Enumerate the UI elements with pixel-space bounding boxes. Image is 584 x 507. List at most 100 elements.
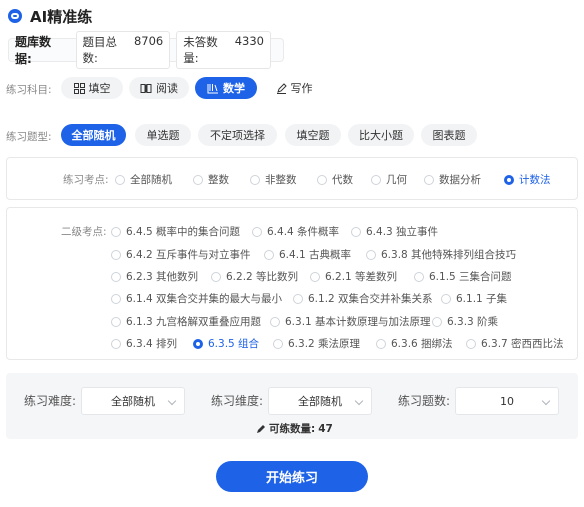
radio-icon [193,174,203,185]
count-label: 练习题数: [398,394,451,408]
subtopic-radio-label: 6.1.1 子集 [456,293,508,305]
radio-icon [273,338,283,349]
subject-tab-math[interactable]: 数学 [195,77,257,99]
total-questions-badge: 题目总数: 8706 [75,31,171,69]
subtopic-radio[interactable]: 6.1.3 九宫格解双重叠应用题 [111,314,261,329]
book-icon [140,83,152,93]
subtopic-radio[interactable]: 6.4.2 互斥事件与对立事件 [111,247,251,262]
radio-icon [270,316,280,327]
subtopic-radio-label: 6.3.1 基本计数原理与加法原理 [285,316,431,328]
count-value: 10 [500,394,514,408]
start-practice-button[interactable]: 开始练习 [216,461,368,492]
radio-icon [264,249,274,260]
subtopic-radio-label: 6.3.6 捆绑法 [391,338,453,350]
topic-radio-non-integer[interactable]: 非整数 [250,172,297,187]
count-select[interactable]: 10 [455,387,559,415]
dimension-value: 全部随机 [298,395,342,408]
topic-radio-label: 非整数 [265,174,297,186]
radio-icon [310,271,320,282]
qtype-tab-all-random[interactable]: 全部随机 [61,124,126,146]
radio-icon [111,226,121,237]
subtopic-radio[interactable]: 6.2.2 等比数列 [211,269,298,284]
subtopic-radio[interactable]: 6.4.3 独立事件 [351,224,438,239]
topic-radio-geometry[interactable]: 几何 [371,172,407,187]
subtopic-radio-label: 6.2.1 等差数列 [325,271,398,283]
unanswered-label: 未答数量: [183,35,218,65]
subtopic-radio-label: 6.3.3 阶乘 [447,316,499,328]
math-book-icon [207,83,218,93]
subtopic-radio[interactable]: 6.3.7 密西西比法 [466,336,564,351]
subtopic-radio-label: 6.1.2 双集合交并补集关系 [308,293,433,305]
subtopic-radio-label: 6.1.3 九宫格解双重叠应用题 [126,316,262,328]
topic-radio-integer[interactable]: 整数 [193,172,229,187]
subtopic-radio[interactable]: 6.2.3 其他数列 [111,269,198,284]
total-questions-label: 题目总数: [82,35,118,65]
radio-icon [111,271,121,282]
topic-radio-data-analysis[interactable]: 数据分析 [424,172,481,187]
qtype-tab-single-choice[interactable]: 单选题 [135,124,191,146]
radio-icon [376,338,386,349]
subtopic-radio[interactable]: 6.3.4 排列 [111,336,177,351]
topic-radio-all-random[interactable]: 全部随机 [115,172,172,187]
subtopic-radio-label: 6.3.4 排列 [126,338,178,350]
pencil-icon [257,424,265,433]
subtopic-radio[interactable]: 6.3.3 阶乘 [432,314,498,329]
difficulty-value: 全部随机 [111,395,155,408]
subtopic-radio-label: 6.4.5 概率中的集合问题 [126,226,241,238]
subject-tab-fill[interactable]: 填空 [61,77,123,99]
topic-radio-algebra[interactable]: 代数 [317,172,353,187]
radio-icon [466,338,476,349]
subtopic-radio-label: 6.1.5 三集合问题 [429,271,512,283]
subtopic-radio-label: 6.3.8 其他特殊排列组合技巧 [381,249,517,261]
topic-radio-label: 计数法 [519,174,551,186]
subtopic-radio-selected[interactable]: 6.3.5 组合 [193,336,259,351]
radio-icon [414,271,424,282]
subtopic-radio[interactable]: 6.1.5 三集合问题 [414,269,512,284]
radio-icon [441,293,451,304]
subtopic-radio[interactable]: 6.3.1 基本计数原理与加法原理 [270,314,431,329]
qtype-tab-chart[interactable]: 图表题 [421,124,477,146]
available-count: 可练数量: 47 [256,421,333,436]
qtype-tab-multi-choice[interactable]: 不定项选择 [198,124,277,146]
grid-icon [73,82,85,94]
subtopic-radio[interactable]: 6.3.6 捆绑法 [376,336,453,351]
qtype-tab-compare[interactable]: 比大小题 [348,124,414,146]
subtopic-radio-label: 6.3.2 乘法原理 [288,338,361,350]
topic-panel: 练习考点: 全部随机 整数 非整数 代数 几何 数据分析 计数法 [6,157,578,200]
subtopic-radio[interactable]: 6.4.1 古典概率 [264,247,351,262]
available-label: 可练数量: [269,423,316,435]
difficulty-select[interactable]: 全部随机 [81,387,185,415]
subtopic-radio[interactable]: 6.3.8 其他特殊排列组合技巧 [366,247,516,262]
topic-radio-label: 整数 [208,174,229,186]
subtopic-radio[interactable]: 6.3.2 乘法原理 [273,336,360,351]
subtopic-radio[interactable]: 6.1.1 子集 [441,291,507,306]
topic-radio-label: 几何 [386,174,407,186]
subtopic-label: 二级考点: [61,226,107,238]
subtopic-radio-label: 6.4.2 互斥事件与对立事件 [126,249,251,261]
total-questions-value: 8706 [133,34,164,48]
subtopic-radio[interactable]: 6.4.4 条件概率 [252,224,339,239]
topic-radio-label: 数据分析 [439,174,481,186]
qtype-tab-fill-blank[interactable]: 填空题 [285,124,341,146]
subject-tab-writing-label: 写作 [290,82,313,95]
subtopic-radio[interactable]: 6.1.2 双集合交并补集关系 [293,291,433,306]
dimension-select[interactable]: 全部随机 [268,387,372,415]
radio-checked-icon [193,338,203,349]
subtopic-radio[interactable]: 6.4.5 概率中的集合问题 [111,224,240,239]
radio-icon [111,338,121,349]
subtopic-radio-label: 6.2.3 其他数列 [126,271,199,283]
subtopic-radio[interactable]: 6.2.1 等差数列 [310,269,397,284]
unanswered-value: 4330 [234,34,264,48]
app-header: AI精准练 [8,6,92,26]
radio-checked-icon [504,174,514,185]
radio-icon [366,249,376,260]
subtopic-radio-label: 6.3.7 密西西比法 [481,338,564,350]
radio-icon [115,174,125,185]
subject-tab-writing[interactable]: 写作 [264,77,324,99]
topic-radio-label: 全部随机 [130,174,172,186]
robot-logo-icon [8,9,22,23]
subtopic-radio[interactable]: 6.1.4 双集合交并集的最大与最小 [111,291,282,306]
subtopic-radio-label: 6.2.2 等比数列 [226,271,299,283]
subject-tab-reading[interactable]: 阅读 [129,77,189,99]
topic-radio-counting[interactable]: 计数法 [504,172,551,187]
